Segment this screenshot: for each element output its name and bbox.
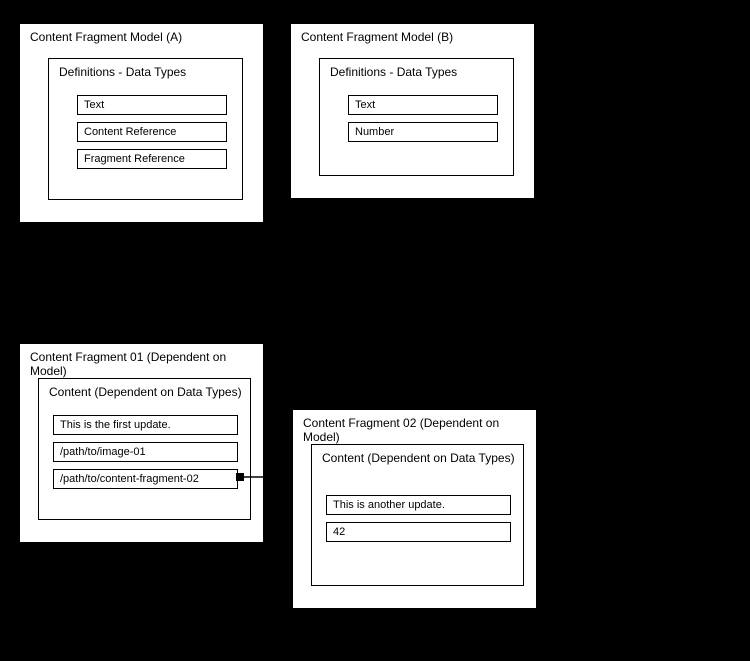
fragment-01-field-image-path: /path/to/image-01 — [53, 442, 238, 462]
fragment-02-field-text: This is another update. — [326, 495, 511, 515]
model-a-field-fragment-reference: Fragment Reference — [77, 149, 227, 169]
model-b-field-number: Number — [348, 122, 498, 142]
arrow-model-a-to-fragment-01 — [136, 223, 146, 343]
model-a-box: Content Fragment Model (A) Definitions -… — [19, 23, 264, 223]
fragment-01-content-title: Content (Dependent on Data Types) — [49, 385, 242, 399]
arrow-model-b-to-fragment-02 — [407, 199, 417, 409]
fragment-02-title: Content Fragment 02 (Dependent on Model) — [303, 416, 536, 444]
model-a-title: Content Fragment Model (A) — [30, 30, 182, 44]
fragment-01-field-fragment-path: /path/to/content-fragment-02 — [53, 469, 238, 489]
model-b-box: Content Fragment Model (B) Definitions -… — [290, 23, 535, 199]
fragment-02-content-title: Content (Dependent on Data Types) — [322, 451, 515, 465]
fragment-01-field-text: This is the first update. — [53, 415, 238, 435]
fragment-02-content-box: Content (Dependent on Data Types) This i… — [311, 444, 524, 586]
model-b-definitions-title: Definitions - Data Types — [330, 65, 457, 79]
fragment-01-box: Content Fragment 01 (Dependent on Model)… — [19, 343, 264, 543]
model-a-definitions-box: Definitions - Data Types Text Content Re… — [48, 58, 243, 200]
model-b-field-text: Text — [348, 95, 498, 115]
fragment-02-box: Content Fragment 02 (Dependent on Model)… — [292, 409, 537, 609]
fragment-01-title: Content Fragment 01 (Dependent on Model) — [30, 350, 263, 378]
model-a-definitions-title: Definitions - Data Types — [59, 65, 186, 79]
model-a-field-content-reference: Content Reference — [77, 122, 227, 142]
model-b-definitions-box: Definitions - Data Types Text Number — [319, 58, 514, 176]
fragment-01-content-box: Content (Dependent on Data Types) This i… — [38, 378, 251, 520]
fragment-02-field-number: 42 — [326, 522, 511, 542]
model-b-title: Content Fragment Model (B) — [301, 30, 453, 44]
model-a-field-text: Text — [77, 95, 227, 115]
